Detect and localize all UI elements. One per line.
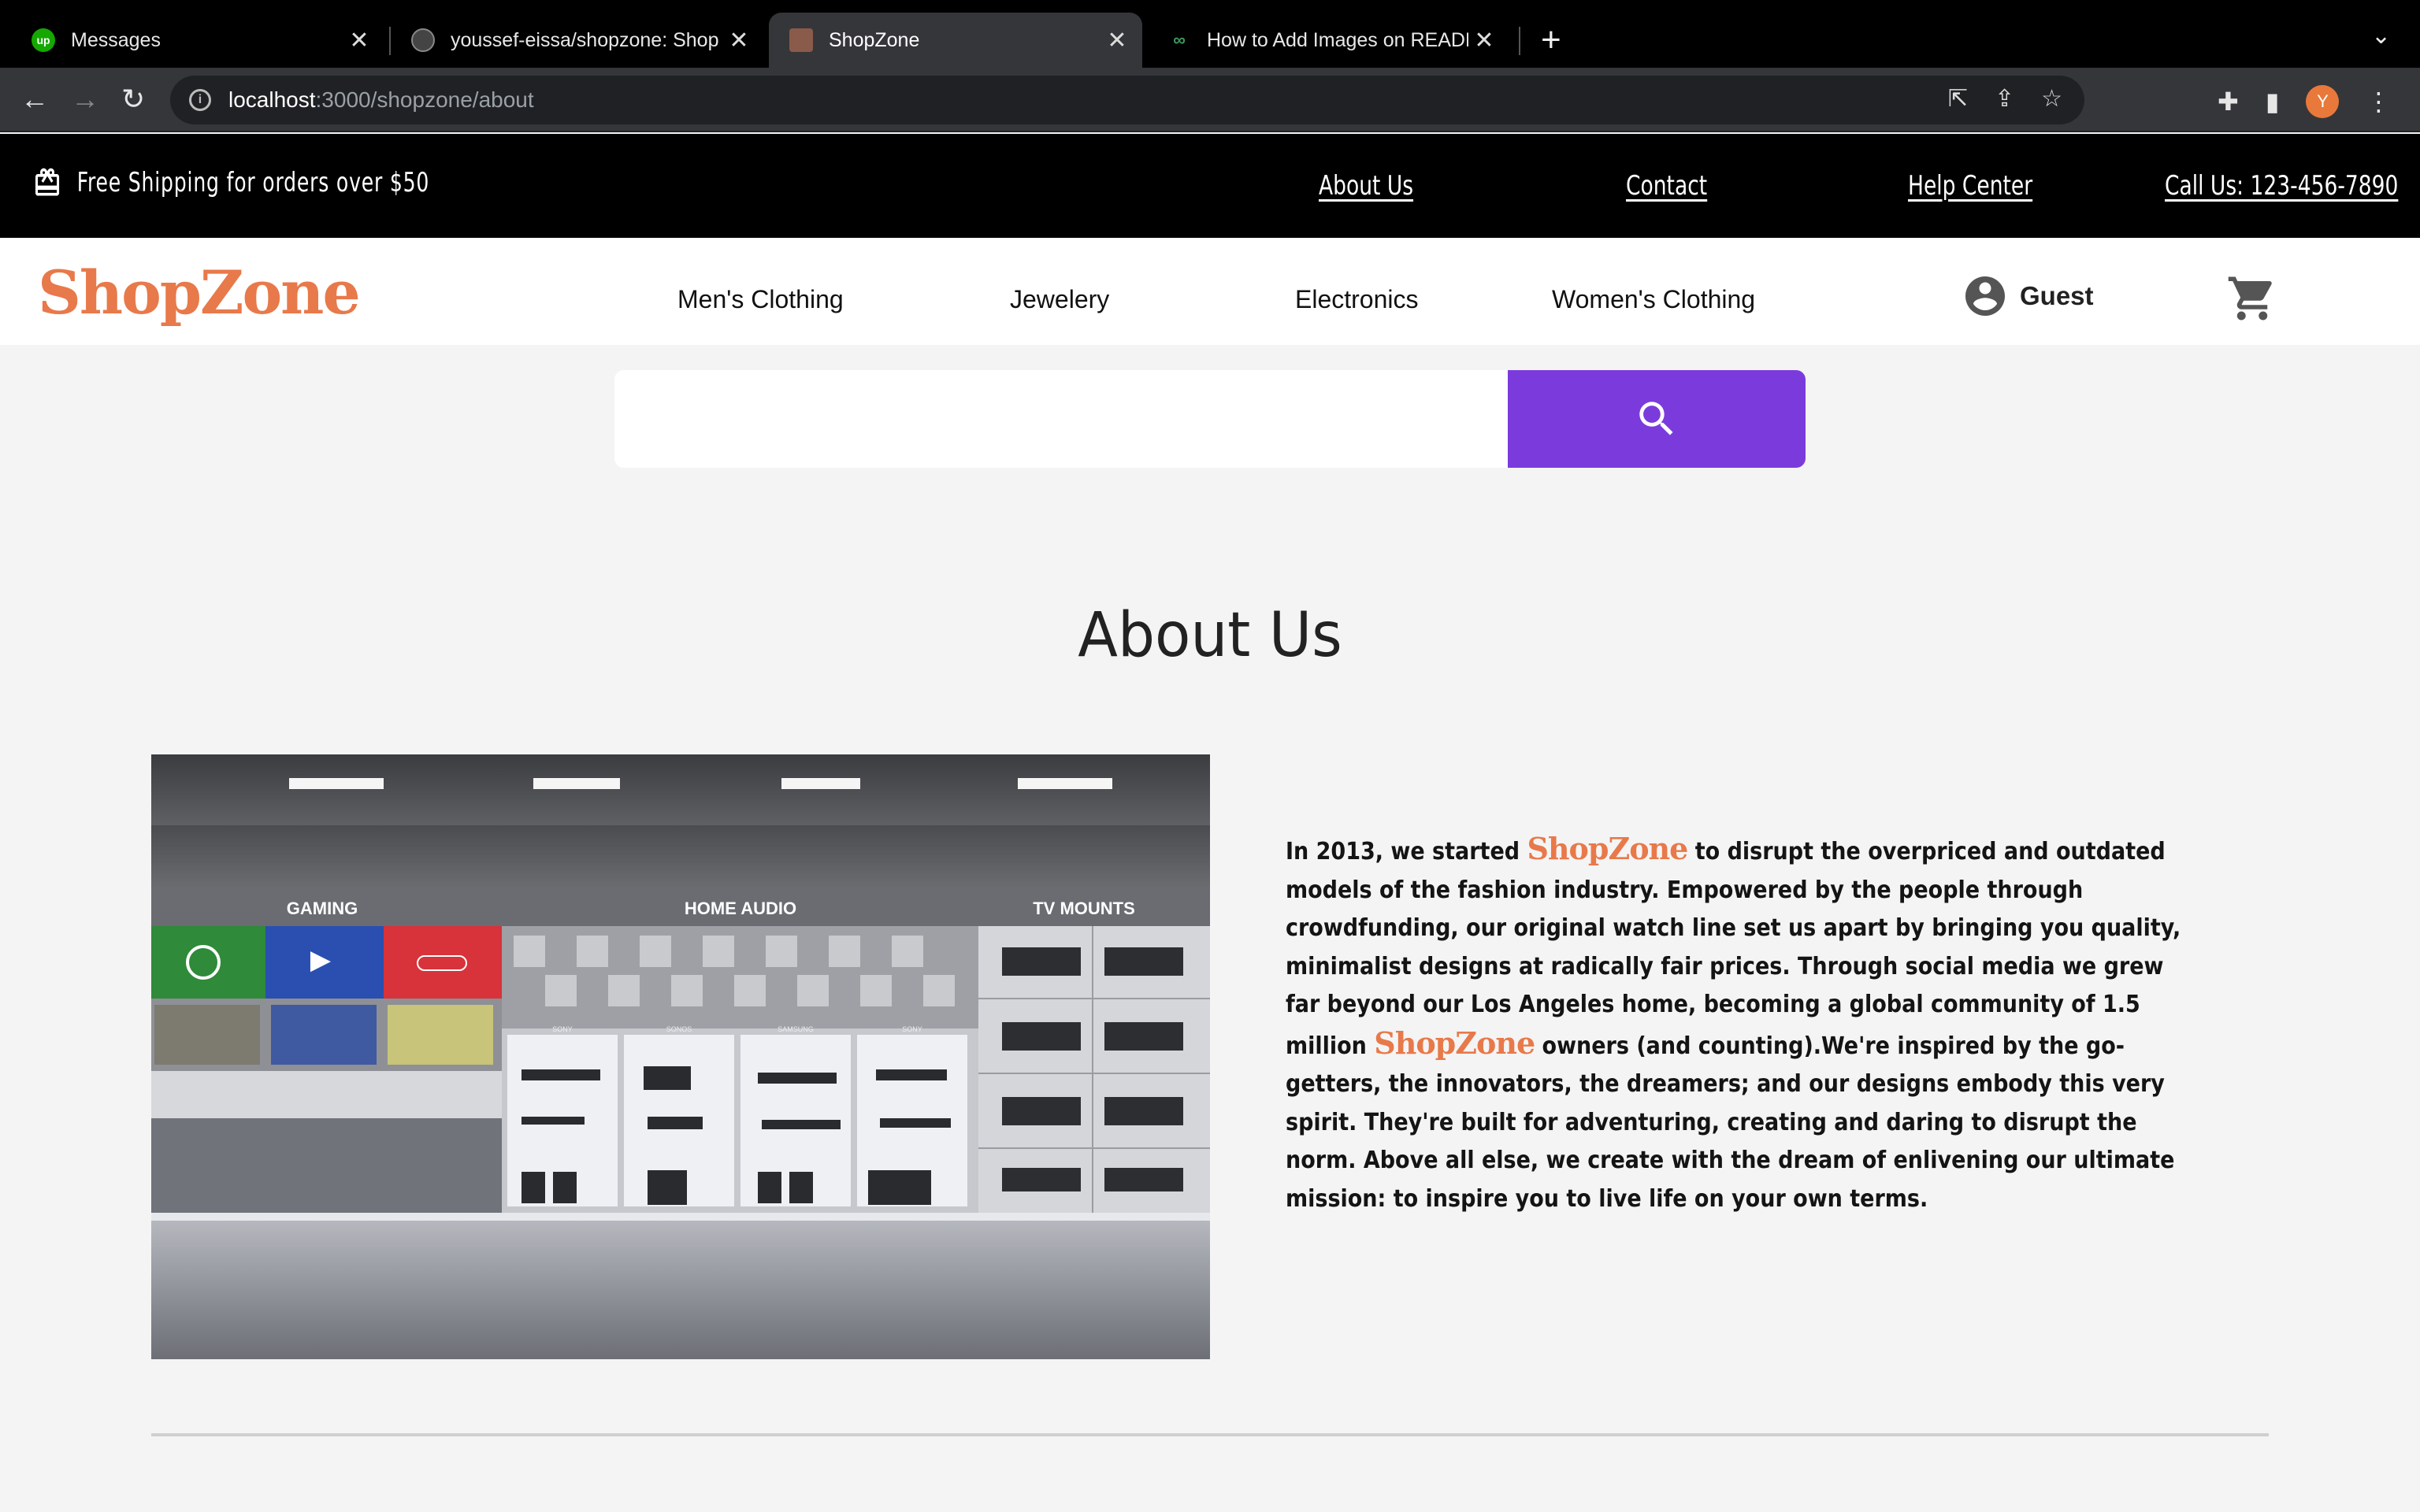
close-tab-icon[interactable]: ✕ [723, 27, 755, 54]
close-tab-icon[interactable]: ✕ [1101, 27, 1133, 54]
back-icon[interactable]: ← [20, 82, 49, 117]
url-path: :3000/shopzone/about [315, 87, 534, 112]
bookmark-star-icon[interactable]: ☆ [2041, 85, 2062, 113]
url-host: localhost [228, 87, 316, 112]
search-bar [614, 370, 1806, 468]
tab-title: ShopZone [829, 28, 920, 51]
site-topbar: Free Shipping for orders over $50 About … [0, 134, 2420, 238]
profile-avatar[interactable]: Y [2306, 85, 2340, 118]
github-icon [411, 28, 435, 52]
brand-name-inline: ShopZone [1527, 831, 1688, 866]
search-input[interactable] [614, 370, 1508, 468]
svg-text:▶: ▶ [310, 944, 332, 976]
about-text-part: In 2013, we started [1286, 838, 1527, 865]
browser-menu-icon[interactable]: ⋮ [2366, 87, 2391, 117]
link-icon: ∞ [1173, 30, 1186, 50]
nav-womens-clothing[interactable]: Women's Clothing [1552, 285, 1755, 314]
shopzone-favicon [789, 28, 813, 52]
tab-title: How to Add Images on READM [1207, 28, 1468, 51]
nav-electronics[interactable]: Electronics [1295, 285, 1419, 314]
nav-mens-clothing[interactable]: Men's Clothing [677, 285, 844, 314]
browser-tab-github[interactable]: youssef-eissa/shopzone: Shop ✕ [391, 13, 764, 68]
contact-link[interactable]: Contact [1626, 170, 1707, 202]
image-label-tv-mounts: TV MOUNTS [1033, 899, 1135, 918]
promo-text: Free Shipping for orders over $50 [76, 167, 430, 198]
brand-name-inline: ShopZone [1374, 1025, 1535, 1061]
call-us-link[interactable]: Call Us: 123-456-7890 [2165, 170, 2398, 202]
image-label-brand: SONY [552, 1025, 573, 1033]
image-label-brand: SONOS [666, 1025, 692, 1033]
nav-jewelery[interactable]: Jewelery [1010, 285, 1109, 314]
help-center-link[interactable]: Help Center [1908, 170, 2032, 202]
close-tab-icon[interactable]: ✕ [343, 27, 375, 54]
page-title: About Us [1078, 600, 1342, 671]
close-tab-icon[interactable]: ✕ [1468, 27, 1500, 54]
shopzone-logo[interactable]: ShopZone [38, 261, 361, 324]
site-navbar: ShopZone Men's Clothing Jewelery Electro… [0, 238, 2420, 345]
upwork-icon: up [32, 28, 55, 52]
browser-tab-messages[interactable]: up Messages ✕ [11, 13, 384, 68]
free-shipping-promo: Free Shipping for orders over $50 [33, 165, 429, 200]
browser-tab-shopzone[interactable]: ShopZone ✕ [769, 13, 1142, 68]
section-divider [151, 1433, 2269, 1436]
tab-title: youssef-eissa/shopzone: Shop [451, 28, 719, 51]
image-label-home-audio: HOME AUDIO [685, 899, 796, 918]
address-bar[interactable]: i localhost:3000/shopzone/about ⇱ ⇪ ☆ [170, 76, 2084, 124]
reload-icon[interactable]: ↻ [121, 82, 145, 117]
about-us-link[interactable]: About Us [1319, 170, 1413, 202]
search-button[interactable] [1508, 370, 1806, 468]
user-label: Guest [2020, 281, 2094, 310]
site-info-icon[interactable]: i [189, 89, 211, 111]
tab-separator [1519, 27, 1520, 55]
new-tab-button[interactable]: + [1541, 20, 1561, 60]
image-label-brand: SONY [902, 1025, 922, 1033]
browser-tab-readme[interactable]: ∞ How to Add Images on READM ✕ [1147, 13, 1509, 68]
extensions-puzzle-icon[interactable]: ✚ [2218, 87, 2239, 117]
user-avatar-icon [1965, 276, 2005, 316]
forward-icon[interactable]: → [71, 82, 99, 117]
side-panel-icon[interactable]: ▮ [2266, 87, 2280, 117]
shopping-cart-icon [2228, 276, 2272, 321]
cart-button[interactable] [2226, 272, 2278, 328]
share-icon[interactable]: ⇪ [1995, 85, 2014, 113]
about-description: In 2013, we started ShopZone to disrupt … [1286, 830, 2199, 1218]
search-icon [1639, 402, 1673, 435]
tab-search-icon[interactable]: ⌄ [2371, 22, 2391, 50]
store-display-image: GAMING HOME AUDIO TV MOUNTS ▶ SONY SONOS… [151, 754, 1210, 1359]
image-label-gaming: GAMING [287, 899, 358, 918]
user-menu[interactable]: Guest [1962, 272, 2094, 320]
open-in-app-icon[interactable]: ⇱ [1948, 85, 1968, 113]
browser-toolbar: ← → ↻ i localhost:3000/shopzone/about ⇱ … [0, 68, 2420, 132]
tab-title: Messages [71, 28, 161, 51]
gift-icon [35, 168, 60, 196]
image-label-brand: SAMSUNG [778, 1025, 814, 1033]
browser-tab-bar: up Messages ✕ youssef-eissa/shopzone: Sh… [0, 0, 2420, 68]
